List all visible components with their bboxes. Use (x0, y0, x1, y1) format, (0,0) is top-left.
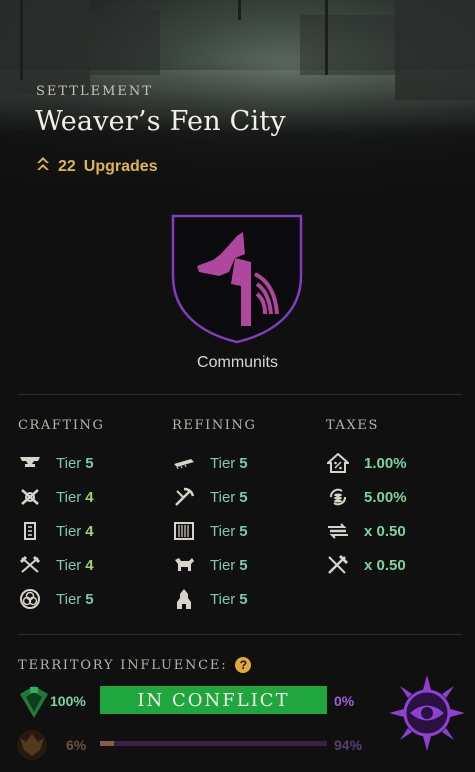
settlement-label: SETTLEMENT (36, 84, 153, 99)
tax-trade-fee-row[interactable]: x 0.50 (326, 520, 406, 542)
company-name[interactable]: Communits (0, 354, 475, 372)
territory-influence-header: TERRITORY INFLUENCE: ? (18, 657, 252, 673)
refining-tanning-row[interactable]: Tier 5 (172, 554, 248, 576)
crafting-fee-icon (326, 554, 350, 576)
trade-arrows-icon (326, 520, 350, 542)
help-icon[interactable]: ? (235, 657, 252, 673)
tax-crafting-fee-row[interactable]: x 0.50 (326, 554, 406, 576)
pickaxe-hammer-icon (172, 486, 196, 508)
primary-left-percent: 100% (50, 693, 86, 709)
faction-green-icon (18, 684, 50, 725)
crossed-hammers-icon (18, 486, 42, 508)
refining-smelting-row[interactable]: Tier 5 (172, 486, 248, 508)
arcane-circle-icon (18, 588, 42, 610)
crafting-weaponsmithing-row[interactable]: Tier 5 (18, 452, 94, 474)
conflict-status-text: IN CONFLICT (137, 689, 290, 711)
upgrades-count: 22 (58, 157, 76, 175)
anvil-icon (18, 452, 42, 474)
tax-trading-row[interactable]: 5.00% (326, 486, 407, 508)
chevron-up-icon (36, 156, 50, 177)
saw-blade-icon (172, 452, 196, 474)
refining-weaving-row[interactable]: Tier 5 (172, 520, 248, 542)
refining-stonecutting-row[interactable]: Tier 5 (172, 588, 248, 610)
company-crest[interactable] (171, 214, 303, 344)
primary-right-percent: 0% (334, 693, 355, 709)
upgrades-label: Upgrades (83, 157, 158, 175)
secondary-right-percent: 94% (334, 737, 363, 753)
tannery-icon (172, 554, 196, 576)
territory-influence-label: TERRITORY INFLUENCE: (18, 657, 228, 673)
crafting-arcane-row[interactable]: Tier 5 (18, 588, 94, 610)
crafting-arcana-row[interactable]: Tier 4 (18, 520, 94, 542)
divider (18, 634, 462, 635)
faction-emblem-icon[interactable] (388, 674, 466, 757)
upgrades-summary[interactable]: 22 Upgrades (36, 156, 158, 177)
smelter-icon (172, 588, 196, 610)
tax-property-row[interactable]: 1.00% (326, 452, 407, 474)
house-percent-icon (326, 452, 350, 474)
divider (18, 394, 462, 395)
crafting-heading: CRAFTING (18, 418, 105, 433)
refining-woodworking-row[interactable]: Tier 5 (172, 452, 248, 474)
taxes-heading: TAXES (326, 418, 379, 433)
refining-heading: REFINING (172, 418, 257, 433)
coins-cycle-icon (326, 486, 350, 508)
crafting-armoring-row[interactable]: Tier 4 (18, 486, 94, 508)
secondary-influence-bar (100, 741, 327, 746)
secondary-influence-fill (100, 741, 114, 746)
loom-icon (172, 520, 196, 542)
secondary-left-percent: 6% (66, 737, 87, 753)
city-name: Weaver’s Fen City (35, 106, 286, 137)
crossed-tools-icon (18, 554, 42, 576)
faction-phoenix-icon (16, 728, 48, 767)
scroll-icon (18, 520, 42, 542)
crafting-engineering-row[interactable]: Tier 4 (18, 554, 94, 576)
conflict-status-bar[interactable]: IN CONFLICT (100, 686, 327, 714)
